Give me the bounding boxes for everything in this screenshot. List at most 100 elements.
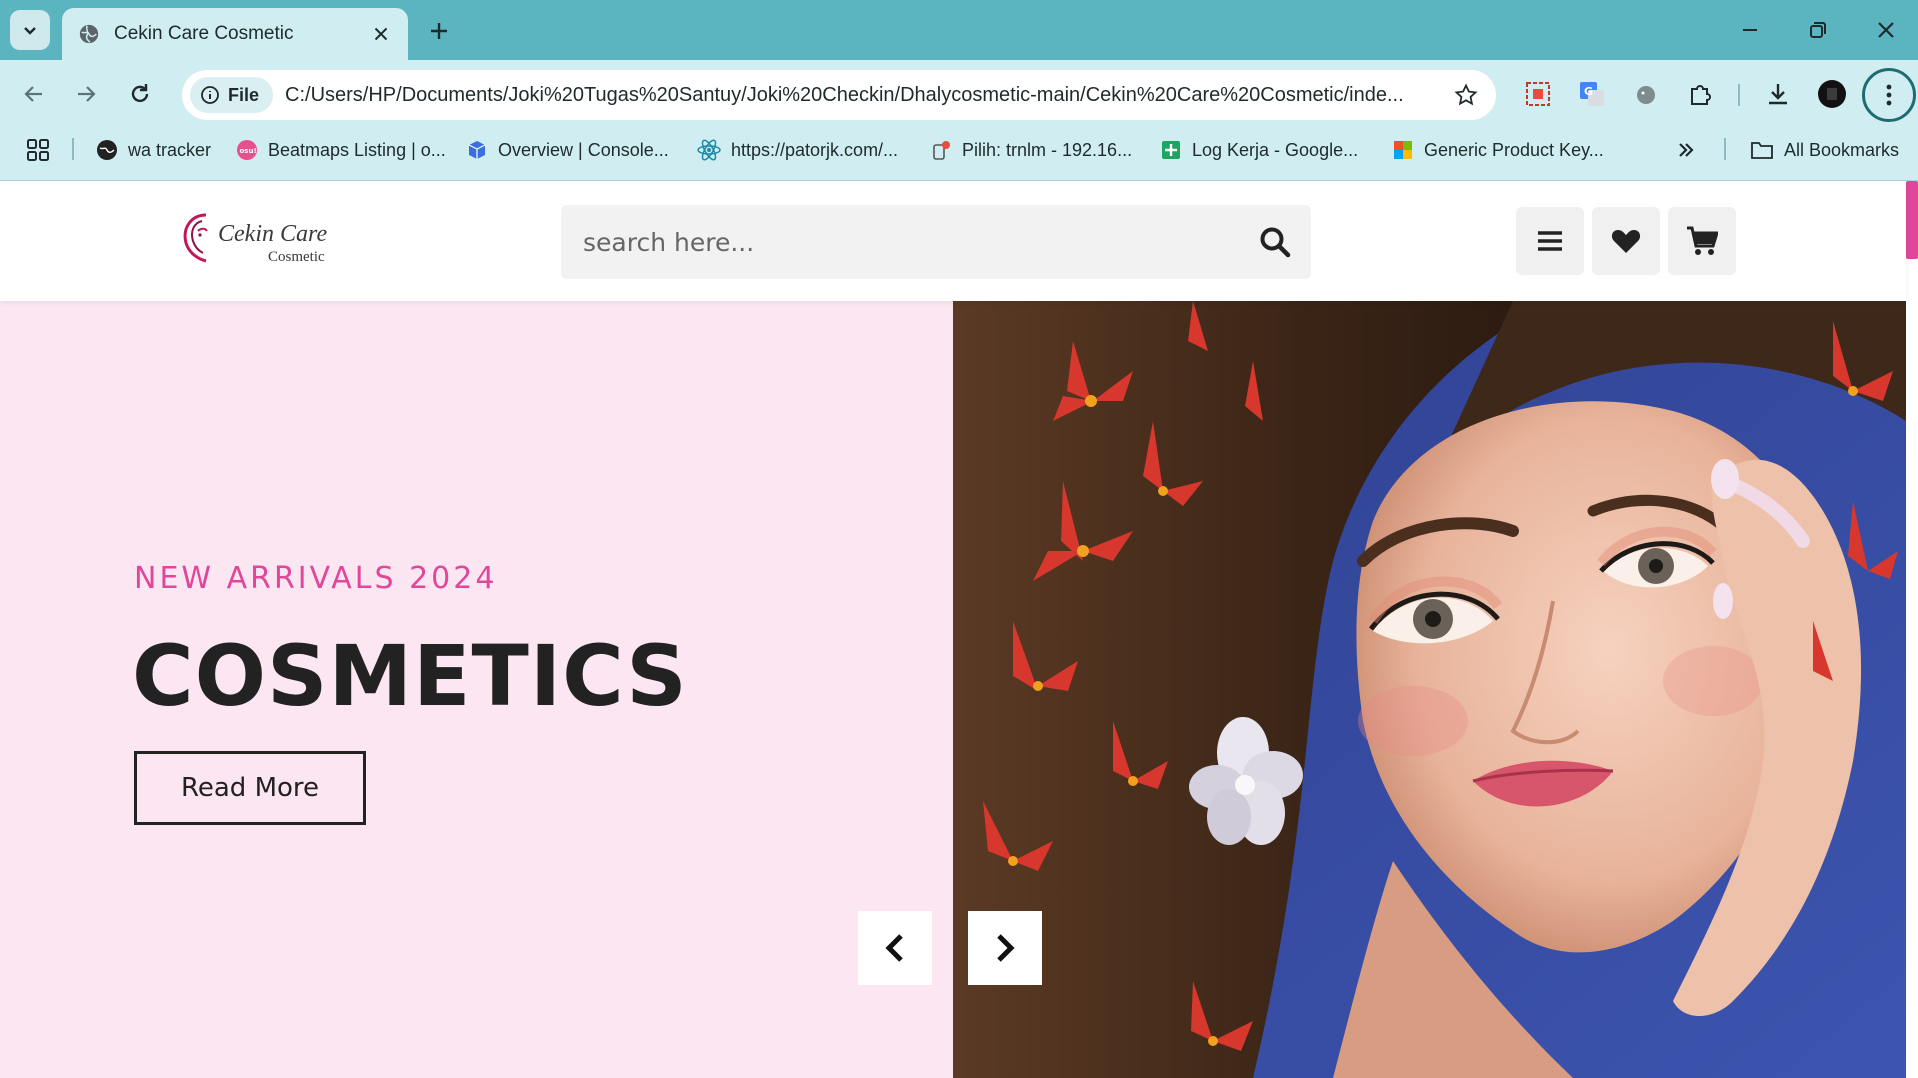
cart-button[interactable] [1668, 207, 1736, 275]
hero-subtitle: NEW ARRIVALS 2024 [134, 561, 498, 596]
site-search-box [561, 205, 1311, 279]
download-icon [1769, 84, 1787, 105]
osu-icon: osu! [237, 140, 257, 160]
minimize-icon [1743, 29, 1757, 31]
bookmarks-separator [1724, 138, 1726, 160]
office-icon [1394, 141, 1412, 159]
reload-icon [131, 84, 149, 103]
bookmark-label: Overview | Console... [498, 139, 669, 160]
heart-icon [1611, 230, 1641, 253]
file-chip-label: File [228, 84, 260, 105]
restore-button[interactable] [1798, 12, 1838, 48]
site-info-chip[interactable]: File [190, 77, 274, 113]
bookmark-label: wa tracker [128, 139, 212, 160]
bookmark-label: https://patorjk.com/... [731, 139, 899, 160]
arrow-left-icon [24, 86, 42, 102]
browser-tab[interactable]: Cekin Care Cosmetic [62, 8, 408, 60]
back-button[interactable] [16, 76, 52, 112]
new-tab-button[interactable] [424, 16, 454, 46]
restore-icon [1810, 22, 1826, 38]
address-bar[interactable]: File C:/Users/HP/Documents/Joki%20Tugas%… [182, 70, 1496, 120]
arrow-right-icon [78, 86, 96, 102]
search-icon[interactable] [1259, 226, 1291, 258]
bookmark-patorjk[interactable]: https://patorjk.com/... [697, 134, 898, 166]
react-icon [697, 139, 721, 161]
profile-button[interactable] [1816, 78, 1848, 110]
puzzle-icon [1691, 85, 1711, 105]
bookmark-generic-product-key[interactable]: Generic Product Key... [1392, 134, 1604, 166]
site-logo[interactable]: Cekin Care Cosmetic [176, 207, 336, 271]
tab-search-button[interactable] [10, 10, 50, 50]
bookmark-wa-tracker[interactable]: wa tracker [96, 134, 211, 166]
bookmark-star-icon[interactable] [1454, 83, 1478, 107]
search-input[interactable] [583, 227, 1259, 257]
all-bookmarks-button[interactable]: All Bookmarks [1750, 134, 1899, 166]
extensions-button[interactable] [1684, 78, 1716, 110]
hero-model-image [953, 301, 1906, 1078]
read-more-button[interactable]: Read More [134, 751, 366, 825]
menu-button[interactable] [1516, 207, 1584, 275]
forward-button[interactable] [68, 76, 104, 112]
all-bookmarks-label: All Bookmarks [1784, 139, 1900, 160]
plus-icon [431, 23, 447, 39]
scrollbar-thumb[interactable] [1906, 181, 1918, 259]
svg-text:osu!: osu! [240, 147, 257, 155]
bookmark-overview-console[interactable]: Overview | Console... [466, 134, 669, 166]
translate-extension-button[interactable]: G [1576, 78, 1608, 110]
translate-icon: G [1580, 82, 1604, 106]
chevron-left-icon [885, 934, 903, 962]
double-chevron-right-icon [1679, 143, 1694, 157]
svg-text:G: G [1584, 85, 1593, 98]
screenshot-icon [1526, 82, 1550, 106]
hero-banner: NEW ARRIVALS 2024 COSMETICS Read More [0, 301, 1906, 1078]
bookmark-beatmaps[interactable]: osu! Beatmaps Listing | o... [236, 134, 446, 166]
woman-portrait-image [953, 301, 1906, 1078]
chevron-right-icon [997, 934, 1015, 962]
woman-silhouette-logo-icon [183, 213, 208, 263]
hedgehog-icon [1637, 86, 1655, 104]
downloads-button[interactable] [1762, 78, 1794, 110]
close-window-button[interactable] [1866, 12, 1906, 48]
reload-button[interactable] [122, 76, 158, 112]
folder-icon [1751, 142, 1773, 159]
more-vertical-icon [1886, 84, 1892, 106]
close-icon [1878, 22, 1894, 38]
puzzle-extension-button[interactable] [1630, 78, 1662, 110]
cube-icon [468, 141, 486, 159]
db-icon [933, 141, 950, 160]
logo-sub-text: Cosmetic [268, 249, 325, 265]
screenshot-extension-button[interactable] [1522, 78, 1554, 110]
carousel-next-button[interactable] [968, 911, 1042, 985]
browser-titlebar: Cekin Care Cosmetic [0, 0, 1918, 60]
tab-title: Cekin Care Cosmetic [114, 23, 294, 44]
bookmark-label: Pilih: trnlm - 192.16... [962, 139, 1133, 160]
hero-title: COSMETICS [132, 627, 688, 725]
globe-icon [97, 140, 117, 160]
avatar-icon [1818, 80, 1846, 108]
bookmarks-separator [72, 138, 74, 160]
apps-button[interactable] [26, 134, 50, 166]
web-page: Cekin Care Cosmetic NEW ARRIVALS 2024 CO… [0, 181, 1918, 1078]
toolbar-separator [1738, 84, 1740, 106]
bookmark-pilih-trnlm[interactable]: Pilih: trnlm - 192.16... [930, 134, 1132, 166]
logo-brand-text: Cekin Care [218, 221, 328, 247]
bookmark-log-kerja[interactable]: Log Kerja - Google... [1160, 134, 1358, 166]
browser-menu-button[interactable] [1862, 68, 1916, 122]
bookmark-label: Generic Product Key... [1424, 139, 1604, 160]
hamburger-menu-icon [1538, 231, 1562, 251]
bookmark-label: Beatmaps Listing | o... [268, 139, 446, 160]
apps-grid-icon [27, 139, 49, 161]
carousel-prev-button[interactable] [858, 911, 932, 985]
site-header: Cekin Care Cosmetic [0, 181, 1906, 301]
url-text[interactable]: C:/Users/HP/Documents/Joki%20Tugas%20San… [285, 84, 1445, 107]
globe-icon [79, 24, 99, 44]
chevron-down-icon [24, 27, 36, 35]
sheets-icon [1162, 141, 1180, 159]
minimize-button[interactable] [1730, 12, 1770, 48]
more-bookmarks-button[interactable] [1676, 134, 1696, 166]
wishlist-button[interactable] [1592, 207, 1660, 275]
info-icon [201, 86, 219, 104]
shopping-cart-icon [1687, 226, 1718, 255]
close-icon[interactable] [370, 23, 392, 45]
bookmark-label: Log Kerja - Google... [1192, 139, 1359, 160]
